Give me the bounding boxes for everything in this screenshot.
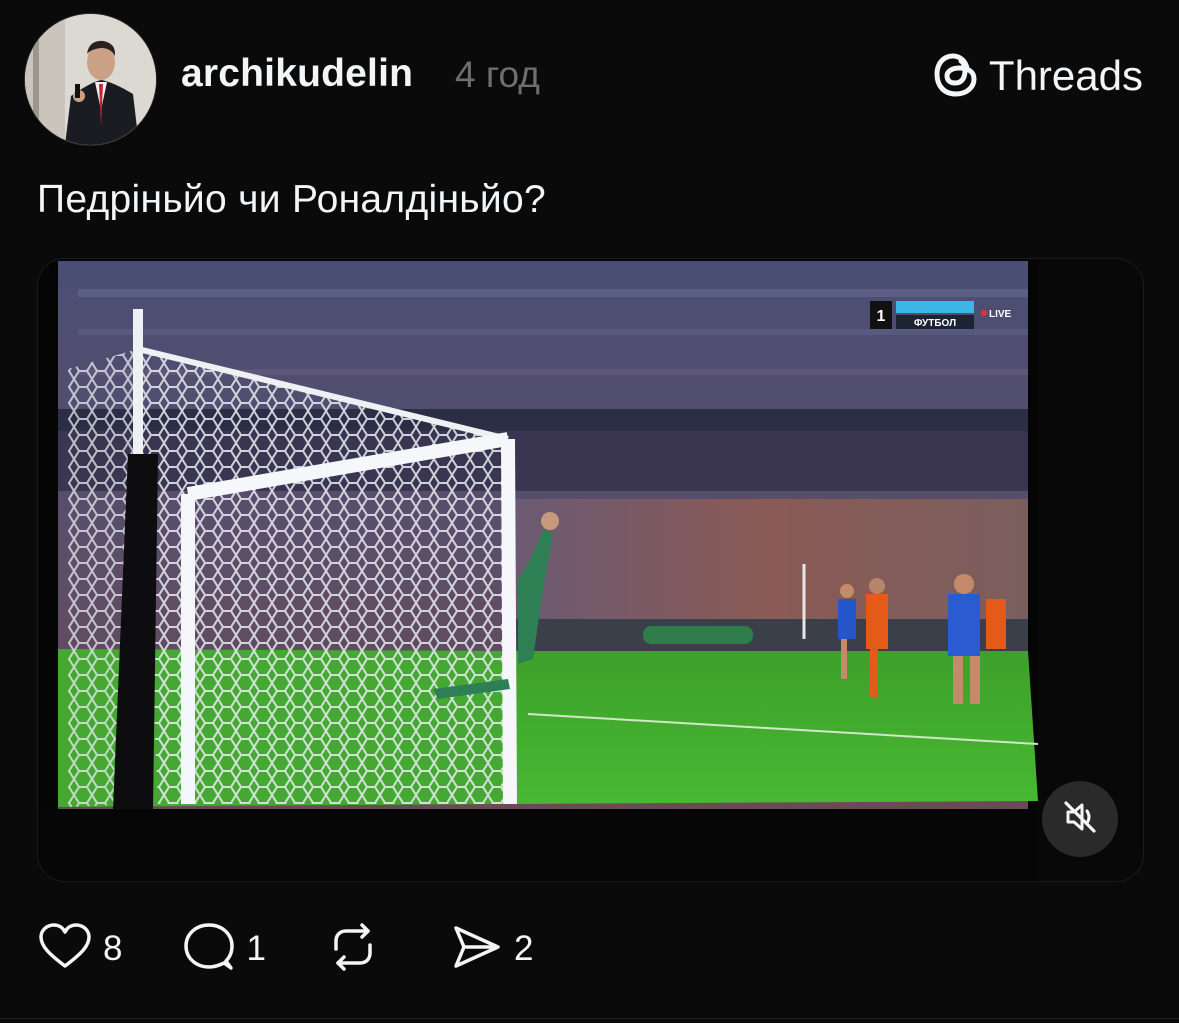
live-badge: LIVE (989, 309, 1012, 320)
avatar[interactable] (24, 13, 157, 146)
video-player[interactable]: 1 ФУТБОЛ LIVE (37, 258, 1144, 882)
share-button[interactable]: 2 (450, 922, 533, 977)
video-frame: 1 ФУТБОЛ LIVE (38, 259, 1143, 881)
repost-icon (326, 921, 380, 978)
comment-bubble-icon (182, 921, 236, 978)
heart-icon (37, 922, 93, 977)
post-caption: Педріньйо чи Роналдіньйо? (37, 178, 546, 221)
like-count: 8 (103, 929, 123, 968)
post-timestamp: 4 год (455, 54, 540, 95)
repost-button[interactable] (326, 921, 390, 978)
like-button[interactable]: 8 (37, 922, 122, 977)
speaker-muted-icon (1060, 797, 1100, 842)
divider (0, 1018, 1179, 1019)
channel-label: ФУТБОЛ (914, 318, 956, 329)
reply-button[interactable]: 1 (182, 921, 266, 978)
threads-brand-label: Threads (988, 52, 1143, 99)
mute-toggle-button[interactable] (1042, 781, 1118, 857)
reply-count: 1 (246, 929, 266, 968)
threads-logo-icon (931, 48, 981, 105)
score-digit: 1 (877, 308, 886, 325)
post-actions: 8 1 2 (37, 922, 593, 976)
send-icon (450, 922, 504, 977)
threads-brand: Threads (931, 50, 1143, 102)
avatar-photo (25, 14, 156, 145)
username[interactable]: archikudelin (181, 52, 413, 96)
share-count: 2 (513, 929, 534, 968)
